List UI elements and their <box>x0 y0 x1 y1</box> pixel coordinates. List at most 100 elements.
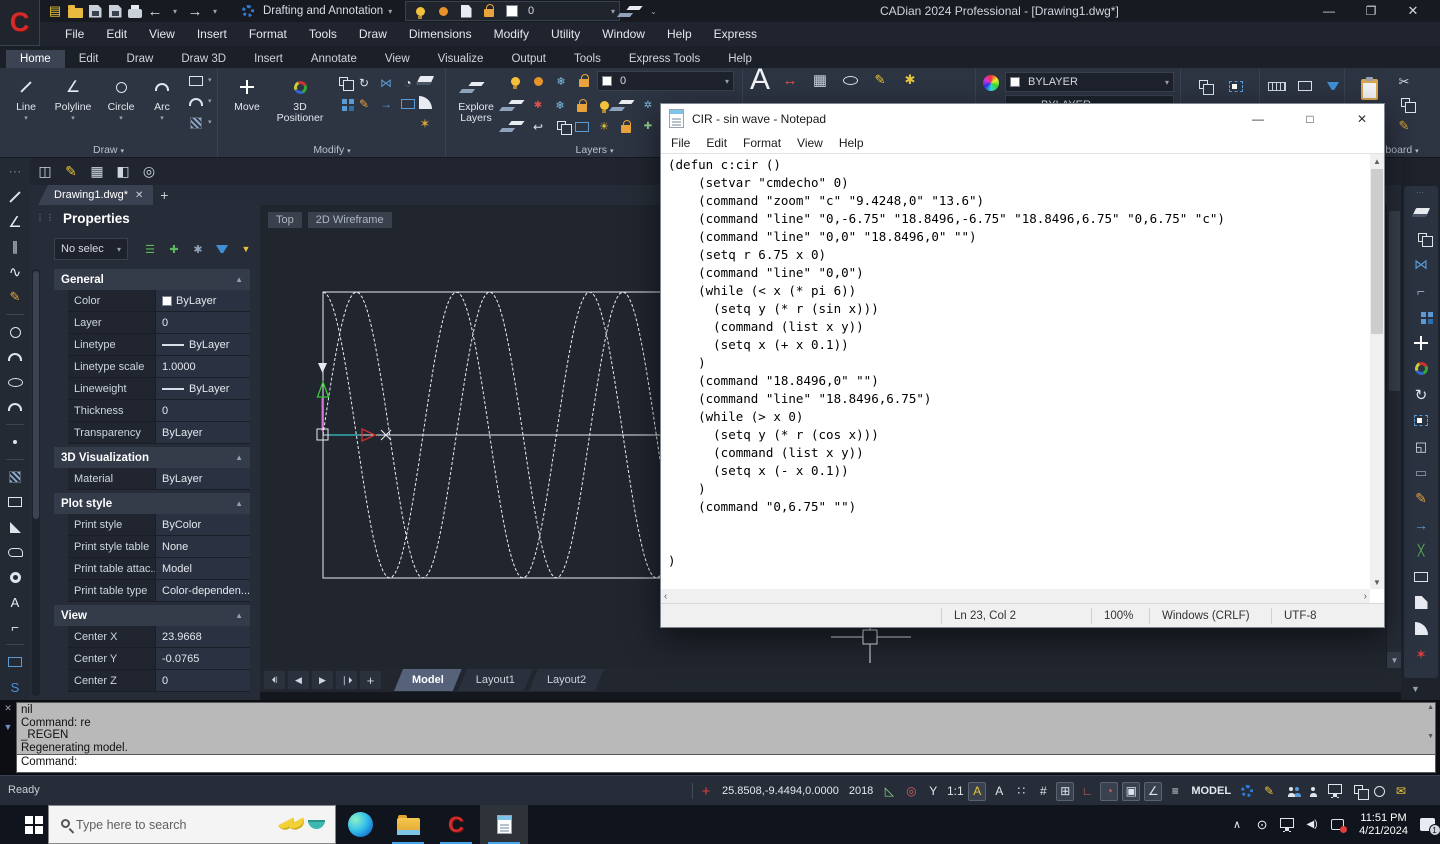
notepad-menu-help[interactable]: Help <box>831 136 872 150</box>
grid-display-icon[interactable]: # <box>1034 782 1052 801</box>
text-icon[interactable]: A <box>4 592 26 612</box>
property-row[interactable]: Thickness0 <box>68 400 250 422</box>
panel-label[interactable]: Draw ▾ <box>0 144 217 156</box>
3d-orbit-icon[interactable] <box>1409 358 1433 379</box>
panel-label[interactable]: Modify ▾ <box>219 144 445 156</box>
rectangle-icon[interactable] <box>186 71 206 91</box>
extend-icon[interactable]: → <box>375 93 397 114</box>
layer-freeze-all-icon[interactable]: ❄ <box>549 95 571 116</box>
ribbon-tab-home[interactable]: Home <box>6 50 65 68</box>
cut-icon[interactable]: ✂ <box>1394 72 1414 92</box>
property-row[interactable]: LinetypeByLayer <box>68 334 250 356</box>
circle-icon[interactable] <box>109 75 133 99</box>
new-drawing-icon[interactable]: ▤ <box>46 2 64 20</box>
match-properties-icon[interactable]: ✎ <box>1394 116 1414 136</box>
menu-help[interactable]: Help <box>656 22 703 46</box>
layer-walk-icon[interactable]: ✲ <box>637 95 659 116</box>
sheet-close-icon[interactable]: ◫ <box>34 161 56 183</box>
property-row[interactable]: Print table attac...Model <box>68 558 250 580</box>
close-button[interactable]: ✕ <box>1340 104 1384 133</box>
ribbon-polyline-button[interactable]: ∠Polyline▾ <box>48 70 98 136</box>
taskbar-clock[interactable]: 11:51 PM 4/21/2024 <box>1353 812 1414 838</box>
open-icon[interactable] <box>66 2 84 20</box>
taskbar-search[interactable]: Type here to search <box>48 805 336 844</box>
cloud-icon[interactable] <box>4 542 26 562</box>
menu-draw[interactable]: Draw <box>348 22 398 46</box>
minimize-button[interactable]: — <box>1236 104 1280 133</box>
layer-thaw-icon[interactable]: ☀ <box>593 116 615 137</box>
mirror-icon[interactable]: ⋈ <box>375 72 397 93</box>
array-icon[interactable] <box>1409 306 1433 327</box>
overlap-windows-icon[interactable] <box>1348 782 1366 801</box>
join-icon[interactable] <box>1409 566 1433 587</box>
revision-cloud-icon[interactable] <box>186 92 206 112</box>
app-logo[interactable]: C <box>0 0 40 46</box>
undo-icon[interactable]: ← <box>146 2 164 20</box>
circle-icon[interactable] <box>4 322 26 342</box>
layout-tab-model[interactable]: Model <box>394 669 462 691</box>
explode-icon[interactable]: ✶ <box>415 114 435 134</box>
shapes-icon[interactable] <box>840 70 860 90</box>
close-icon[interactable]: ✕ <box>4 703 12 714</box>
arc-icon[interactable] <box>150 75 174 99</box>
maximize-button[interactable]: □ <box>1288 104 1332 133</box>
menu-insert[interactable]: Insert <box>186 22 238 46</box>
select-filter-icon[interactable] <box>1323 76 1343 96</box>
layer-tools-icon[interactable] <box>624 1 644 21</box>
command-history-scrollbar[interactable]: ▲▼ <box>1427 704 1434 740</box>
layer-off-icon[interactable] <box>528 71 548 91</box>
layer-prev-icon[interactable]: ↩ <box>527 116 549 137</box>
property-row[interactable]: LineweightByLayer <box>68 378 250 400</box>
ribbon-tab-edit[interactable]: Edit <box>65 50 113 68</box>
mirror-icon[interactable]: ⋈ <box>1409 254 1433 275</box>
coordinates-icon[interactable]: + <box>697 782 715 801</box>
canvas-scrollbar[interactable]: ▼ <box>1386 205 1401 668</box>
ribbon-tab-draw-3d[interactable]: Draw 3D <box>167 50 240 68</box>
next-tab-button[interactable]: ▶ <box>312 671 333 689</box>
taskbar-cadian[interactable]: C <box>432 805 480 844</box>
onedrive-icon[interactable]: ⊙ <box>1254 817 1270 833</box>
layer-merge-icon[interactable] <box>615 95 637 116</box>
print-icon[interactable] <box>126 2 144 20</box>
notification-center[interactable]: 1 <box>1414 805 1440 844</box>
polyline-icon[interactable]: ∠ <box>4 212 26 232</box>
property-row[interactable]: TransparencyByLayer <box>68 422 250 444</box>
stretch-icon[interactable]: ▭ <box>1409 462 1433 483</box>
notepad-menu-file[interactable]: File <box>663 136 698 150</box>
snap-icon[interactable]: ◺ <box>880 782 898 801</box>
scroll-up-icon[interactable]: ▲ <box>1370 154 1384 168</box>
notepad-menu-format[interactable]: Format <box>735 136 789 150</box>
markup-icon[interactable]: ✎ <box>1260 782 1278 801</box>
layer-match-icon[interactable] <box>505 116 527 137</box>
property-row[interactable]: MaterialByLayer <box>68 468 250 490</box>
save-icon[interactable] <box>86 2 104 20</box>
section-header[interactable]: Plot style▲ <box>54 493 250 514</box>
menu-view[interactable]: View <box>138 22 186 46</box>
ortho-icon[interactable]: ∟ <box>1078 782 1096 801</box>
array-icon[interactable] <box>331 93 353 114</box>
property-row[interactable]: Layer0 <box>68 312 250 334</box>
ribbon-layer-dropdown[interactable]: 0 ▾ <box>597 71 734 91</box>
command-input[interactable]: Command: <box>16 755 1436 773</box>
ribbon-tab-annotate[interactable]: Annotate <box>297 50 371 68</box>
ucs-icon[interactable]: Y <box>924 782 942 801</box>
measure-icon[interactable] <box>1267 76 1287 96</box>
property-row[interactable]: Print table typeColor-dependen... <box>68 580 250 602</box>
layer-freeze-icon[interactable]: ❄ <box>551 71 571 91</box>
dimension-icon[interactable]: ↔ <box>780 70 800 90</box>
move-icon[interactable] <box>235 75 259 99</box>
color-dropdown[interactable]: BYLAYER ▾ <box>1005 72 1174 92</box>
region-icon[interactable]: ⌐ <box>4 617 26 637</box>
ribbon-move-button[interactable]: Move <box>227 70 267 136</box>
last-tab-button[interactable]: ❘⏵ <box>336 671 357 689</box>
double-line-icon[interactable]: ∥ <box>4 237 26 257</box>
ribbon-explore-layers-button[interactable]: Explore Layers <box>451 70 501 136</box>
flash-icon[interactable]: ✱ <box>900 70 920 90</box>
redo-dropdown-icon[interactable]: ▾ <box>206 2 224 20</box>
first-tab-button[interactable]: ⏴❘ <box>264 671 285 689</box>
auto-annotation-icon[interactable]: A <box>990 782 1008 801</box>
copy-icon[interactable] <box>331 72 353 93</box>
solid-icon[interactable] <box>4 517 26 537</box>
close-button[interactable]: ✕ <box>1392 0 1434 22</box>
line-icon[interactable] <box>14 75 38 99</box>
